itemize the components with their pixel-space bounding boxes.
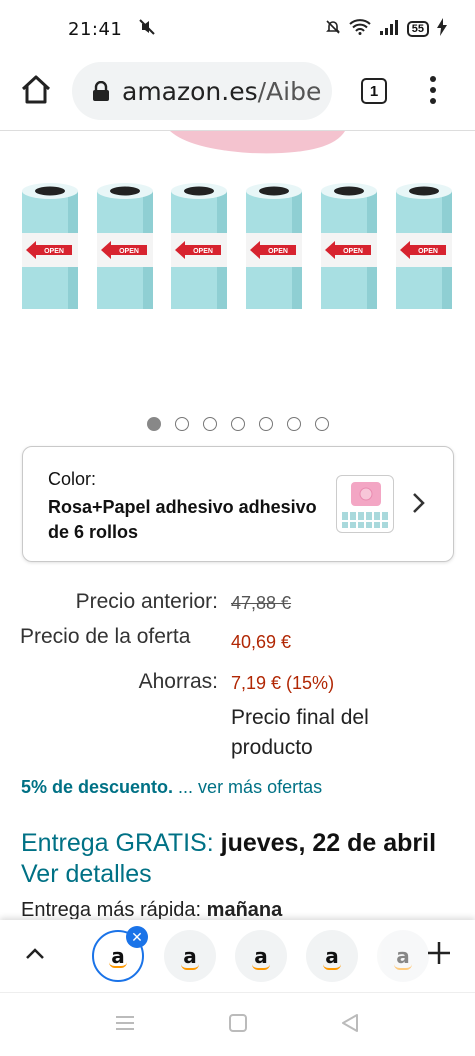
mute-icon bbox=[138, 18, 156, 41]
color-thumbnail bbox=[336, 475, 394, 533]
offer-price-label: Precio de la oferta bbox=[20, 625, 191, 648]
carousel-dot[interactable] bbox=[230, 417, 245, 431]
roll-open-label: OPEN bbox=[268, 248, 288, 255]
charging-icon bbox=[437, 17, 447, 41]
chevron-right-icon bbox=[409, 490, 429, 516]
color-selector[interactable]: Color: Rosa+Papel adhesivo adhesivo de 6… bbox=[22, 446, 454, 562]
paper-roll: OPEN bbox=[396, 183, 452, 309]
signal-icon bbox=[379, 19, 399, 40]
tab-strip: a ✕ a a a a bbox=[0, 920, 475, 992]
faster-delivery-label: Entrega más rápida: bbox=[21, 899, 202, 919]
roll-open-label: OPEN bbox=[418, 248, 438, 255]
home-icon[interactable] bbox=[18, 72, 54, 108]
carousel-indicator[interactable] bbox=[0, 417, 475, 431]
carousel-dot[interactable] bbox=[202, 417, 217, 431]
url-path: /Aibe bbox=[257, 76, 322, 106]
roll-open-label: OPEN bbox=[343, 248, 363, 255]
carousel-dot[interactable] bbox=[314, 417, 329, 431]
tab-switcher-button[interactable]: 1 bbox=[361, 78, 387, 104]
carousel-dot[interactable] bbox=[174, 417, 189, 431]
color-label: Color: bbox=[48, 469, 97, 489]
carousel-dot[interactable] bbox=[286, 417, 301, 431]
alarm-off-icon bbox=[325, 19, 341, 40]
paper-roll: OPEN bbox=[97, 183, 153, 309]
tab-thumbnail[interactable]: a bbox=[306, 930, 358, 982]
color-value: Rosa+Papel adhesivo adhesivo de 6 rollos bbox=[48, 497, 317, 542]
savings-label: Ahorras: bbox=[138, 670, 218, 693]
close-tab-icon[interactable]: ✕ bbox=[126, 926, 148, 948]
previous-price-value: 47,88 € bbox=[231, 593, 292, 613]
paper-roll: OPEN bbox=[321, 183, 377, 309]
savings-value: 7,19 € (15%) bbox=[231, 673, 335, 693]
more-offers-text: ... ver más ofertas bbox=[173, 777, 323, 797]
delivery-details-link[interactable]: Ver detalles bbox=[21, 860, 152, 888]
browser-toolbar: amazon.es/Aibe 1 bbox=[0, 58, 475, 126]
roll-open-label: OPEN bbox=[193, 248, 213, 255]
system-nav-bar bbox=[0, 992, 475, 1056]
carousel-dot[interactable] bbox=[146, 417, 161, 431]
wifi-icon bbox=[349, 18, 371, 40]
paper-roll: OPEN bbox=[171, 183, 227, 309]
discount-offers-link[interactable]: 5% de descuento. ... ver más ofertas bbox=[21, 777, 322, 798]
lock-icon bbox=[92, 80, 110, 101]
roll-open-label: OPEN bbox=[119, 248, 139, 255]
final-price-note: Precio final del producto bbox=[231, 706, 369, 759]
more-menu-icon[interactable] bbox=[423, 74, 443, 106]
discount-text: 5% de descuento. bbox=[21, 777, 174, 797]
address-bar[interactable]: amazon.es/Aibe bbox=[72, 62, 332, 120]
offer-price-value: 40,69 € bbox=[231, 632, 292, 652]
battery-icon: 55 bbox=[406, 21, 429, 37]
previous-price-label: Precio anterior: bbox=[75, 590, 218, 613]
status-time: 21:41 bbox=[68, 18, 123, 40]
tab-thumbnail[interactable]: a bbox=[164, 930, 216, 982]
status-bar: 21:41 55 bbox=[0, 0, 475, 58]
home-nav-icon[interactable] bbox=[228, 1013, 248, 1038]
faster-delivery-value: mañana bbox=[206, 899, 283, 919]
url-domain: amazon.es bbox=[122, 76, 258, 106]
tab-thumbnail[interactable]: a bbox=[377, 930, 429, 982]
roll-open-label: OPEN bbox=[44, 248, 64, 255]
status-icons: 55 bbox=[325, 17, 447, 41]
tab-thumbnail[interactable]: a bbox=[235, 930, 287, 982]
recent-apps-icon[interactable] bbox=[114, 1013, 136, 1038]
product-image[interactable]: OPEN OPEN OPEN OPEN OPEN OPEN bbox=[0, 131, 475, 401]
carousel-dot[interactable] bbox=[258, 417, 273, 431]
back-nav-icon[interactable] bbox=[340, 1013, 360, 1038]
paper-roll: OPEN bbox=[246, 183, 302, 309]
chevron-up-icon[interactable] bbox=[24, 945, 46, 961]
free-delivery-label: Entrega GRATIS: bbox=[21, 829, 214, 857]
paper-roll: OPEN bbox=[22, 183, 78, 309]
delivery-info: Entrega GRATIS: jueves, 22 de abril Ver … bbox=[21, 828, 441, 890]
add-tab-icon[interactable] bbox=[426, 940, 452, 966]
faster-delivery: Entrega más rápida: mañana bbox=[21, 899, 441, 919]
delivery-date: jueves, 22 de abril bbox=[220, 829, 437, 857]
